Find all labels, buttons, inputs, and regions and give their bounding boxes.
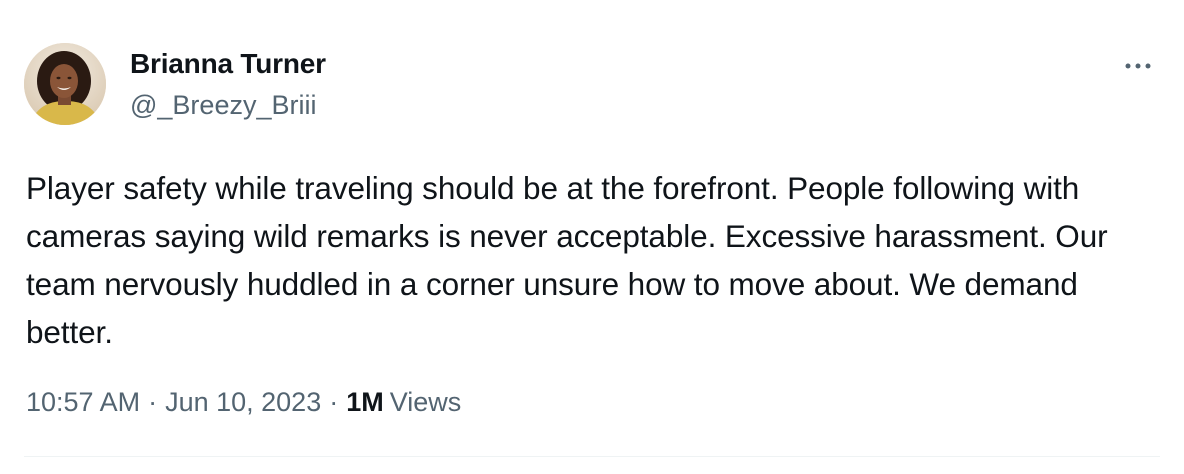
more-options-button[interactable] [1118, 56, 1158, 76]
meta-separator: · [329, 387, 339, 417]
tweet-text: Player safety while traveling should be … [26, 170, 1117, 350]
tweet-date[interactable]: Jun 10, 2023 [165, 387, 321, 418]
tweet-card: Brianna Turner @_Breezy_Briii Player saf… [0, 0, 1184, 474]
author-handle[interactable]: @_Breezy_Briii [130, 90, 316, 121]
views-label: Views [389, 387, 462, 417]
author-display-name[interactable]: Brianna Turner [130, 48, 326, 80]
tweet-time[interactable]: 10:57 AM [26, 387, 140, 418]
more-horizontal-icon [1125, 63, 1151, 69]
tweet-meta: 10:57 AM · Jun 10, 2023 · 1M Views [26, 387, 461, 418]
meta-separator: · [148, 387, 158, 417]
divider [24, 456, 1160, 457]
views-count: 1M [346, 387, 384, 417]
avatar[interactable] [24, 43, 106, 125]
